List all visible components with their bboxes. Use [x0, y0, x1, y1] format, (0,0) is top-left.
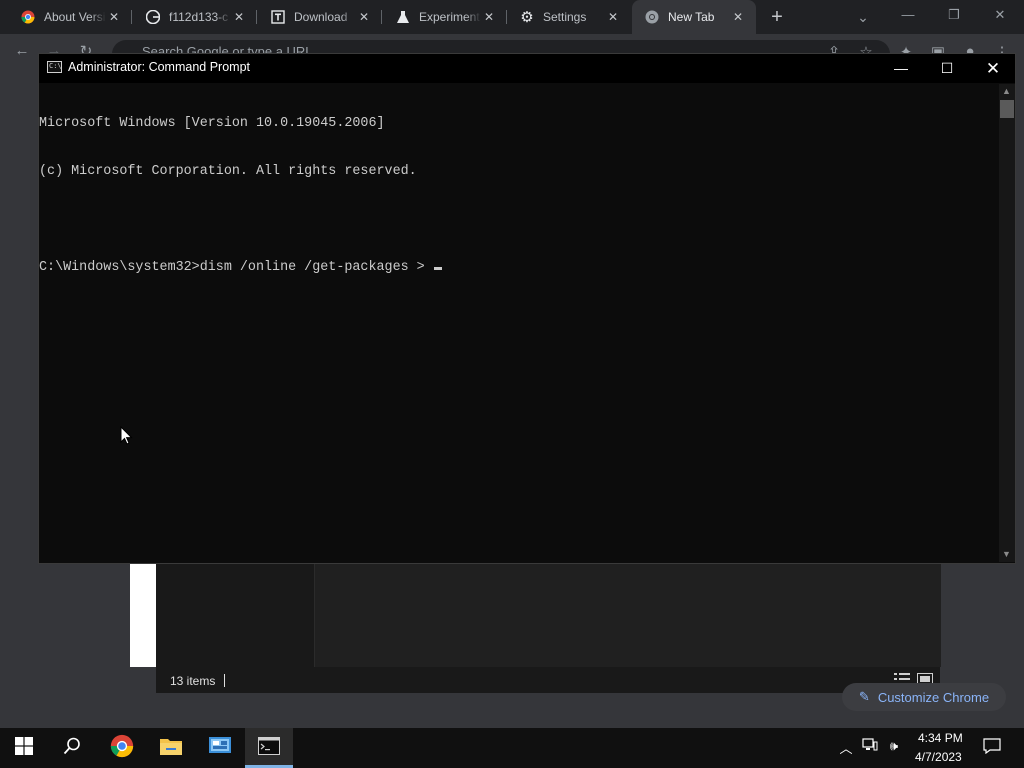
control-panel-icon [209, 736, 231, 760]
cmd-close-icon[interactable]: ✕ [970, 54, 1016, 83]
console-output[interactable]: Microsoft Windows [Version 10.0.19045.20… [39, 84, 999, 560]
gear-icon: ⚙ [520, 9, 534, 26]
scroll-down-arrow-icon[interactable]: ▼ [1002, 549, 1011, 559]
tab-separator [381, 10, 382, 24]
chrome-logo-icon [110, 734, 134, 763]
cmd-maximize-icon[interactable]: ☐ [924, 54, 970, 83]
customize-chrome-label: Customize Chrome [877, 689, 990, 705]
close-icon[interactable]: ✕ [106, 9, 122, 25]
google-g-icon [145, 9, 161, 25]
close-icon[interactable]: ✕ [231, 9, 247, 25]
network-icon[interactable] [860, 738, 880, 755]
close-icon[interactable]: ✕ [356, 9, 372, 25]
console-prompt-line: C:\Windows\system32>dism /online /get-pa… [39, 260, 999, 276]
explorer-status-bar [156, 667, 940, 693]
tab-separator [131, 10, 132, 24]
back-arrow-icon[interactable]: ← [10, 42, 34, 59]
restore-icon[interactable]: ❐ [931, 0, 977, 30]
start-button[interactable] [0, 728, 48, 768]
taskbar-search-button[interactable] [48, 728, 96, 768]
status-divider [224, 674, 225, 687]
tab-settings[interactable]: ⚙ Settings ✕ [507, 0, 631, 34]
taskbar-chrome[interactable] [98, 728, 146, 768]
close-window-icon[interactable]: ✕ [977, 0, 1023, 30]
scrollbar-thumb[interactable] [1000, 100, 1014, 118]
tab-label: Settings [543, 10, 587, 24]
t-logo-icon [270, 9, 286, 25]
tab-separator [256, 10, 257, 24]
vertical-scrollbar[interactable] [999, 84, 1015, 562]
folder-icon [160, 737, 182, 760]
customize-chrome-button[interactable]: ✎ Customize Chrome [842, 683, 1006, 711]
cmd-window-title: Administrator: Command Prompt [68, 60, 251, 74]
windows-logo-icon [15, 736, 33, 760]
tab-label: Experiments [419, 10, 481, 24]
taskbar-command-prompt[interactable] [245, 728, 293, 768]
tab-label: Download [294, 10, 348, 24]
cmd-minimize-icon[interactable]: — [878, 54, 924, 83]
explorer-content-pane[interactable] [314, 563, 941, 667]
new-tab-button[interactable]: + [766, 6, 788, 28]
scroll-up-arrow-icon[interactable]: ▲ [1002, 86, 1011, 96]
taskbar-clock-date[interactable]: 4/7/2023 [915, 750, 962, 764]
console-line: Microsoft Windows [Version 10.0.19045.20… [39, 116, 385, 131]
chrome-logo-icon [20, 9, 36, 25]
taskbar-clock-time[interactable]: 4:34 PM [918, 731, 963, 745]
console-command: C:\Windows\system32>dism /online /get-pa… [39, 260, 433, 275]
flask-icon [395, 9, 411, 25]
tab-label: New Tab [668, 10, 715, 24]
tab-f112d133[interactable]: f112d133-c ✕ [133, 0, 257, 34]
explorer-navigation-pane[interactable] [156, 563, 314, 667]
taskbar-control-panel[interactable] [196, 728, 244, 768]
cmd-app-icon: C:\ [47, 61, 62, 73]
show-hidden-icons-chevron-icon[interactable]: ︿ [836, 738, 856, 757]
chrome-logo-icon [644, 9, 660, 25]
volume-icon[interactable]: 🕪 [884, 738, 904, 754]
tab-download[interactable]: Download ✕ [258, 0, 382, 34]
pencil-icon: ✎ [858, 689, 870, 704]
tab-label: f112d133-c [169, 10, 229, 24]
close-icon[interactable]: ✕ [481, 9, 497, 25]
mouse-pointer-icon [120, 425, 134, 446]
tab-about-version[interactable]: About Version ✕ [8, 0, 132, 34]
text-cursor [433, 267, 442, 270]
close-icon[interactable]: ✕ [605, 9, 621, 25]
tab-new-tab[interactable]: New Tab ✕ [632, 0, 756, 34]
console-line: (c) Microsoft Corporation. All rights re… [39, 164, 417, 179]
tab-label: About Version [44, 10, 106, 24]
taskbar-file-explorer[interactable] [147, 728, 195, 768]
close-icon[interactable]: ✕ [730, 9, 746, 25]
cmd-app-icon [258, 736, 280, 760]
search-icon [63, 737, 81, 760]
tab-experiments[interactable]: Experiments ✕ [383, 0, 507, 34]
notifications-icon[interactable] [982, 738, 1002, 757]
chevron-down-icon[interactable]: ⌄ [852, 6, 874, 28]
explorer-item-count: 13 items [170, 674, 216, 688]
minimize-icon[interactable]: — [885, 0, 931, 30]
explorer-edge [130, 563, 156, 667]
